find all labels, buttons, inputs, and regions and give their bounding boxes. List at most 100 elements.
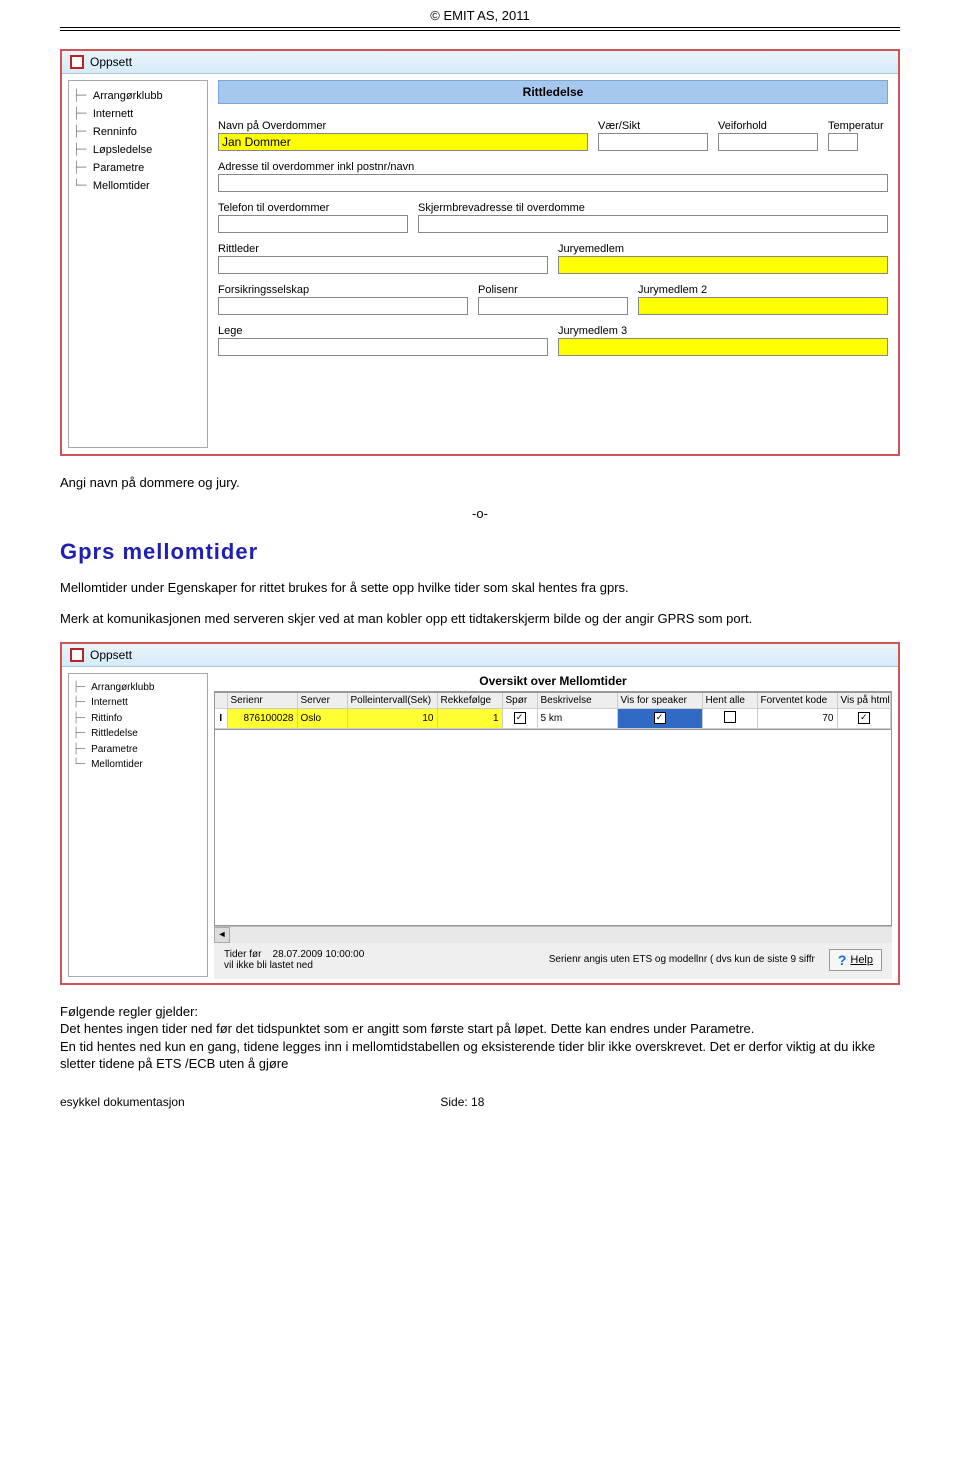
- tree-item[interactable]: Parametre: [73, 742, 203, 758]
- label-rittleder: Rittleder: [218, 243, 548, 255]
- footer-page-number: Side: 18: [440, 1095, 484, 1109]
- cell-beskrivelse[interactable]: 5 km: [537, 708, 617, 728]
- status-line2: vil ikke bli lastet ned: [224, 960, 313, 971]
- page-copyright: © EMIT AS, 2011: [60, 0, 900, 25]
- cell-rekke[interactable]: 1: [437, 708, 502, 728]
- col-vis-html[interactable]: Vis på htmllister: [837, 693, 891, 709]
- checkbox-icon[interactable]: [514, 712, 526, 724]
- input-lege[interactable]: [218, 338, 548, 356]
- paragraph-2: Mellomtider under Egenskaper for rittet …: [60, 579, 900, 597]
- section-separator: -o-: [60, 506, 900, 521]
- status-tider-for-label: Tider før: [224, 949, 261, 960]
- cell-hent-alle[interactable]: [702, 708, 757, 728]
- cell-vis-speaker[interactable]: [617, 708, 702, 728]
- col-serienr[interactable]: Serienr: [227, 693, 297, 709]
- input-telefon[interactable]: [218, 215, 408, 233]
- label-forsikring: Forsikringsselskap: [218, 284, 468, 296]
- label-jury3: Jurymedlem 3: [558, 325, 888, 337]
- app-icon: [70, 648, 84, 662]
- help-icon: ?: [838, 952, 847, 968]
- col-spor[interactable]: Spør: [502, 693, 537, 709]
- cell-polle[interactable]: 10: [347, 708, 437, 728]
- horizontal-scrollbar[interactable]: ◄: [214, 926, 892, 943]
- input-navn-overdommer[interactable]: [218, 133, 588, 151]
- input-polise[interactable]: [478, 297, 628, 315]
- titlebar: Oppsett: [62, 644, 898, 667]
- col-hent-alle[interactable]: Hent alle: [702, 693, 757, 709]
- paragraph-1: Angi navn på dommere og jury.: [60, 474, 900, 492]
- tree-item[interactable]: Renninfo: [73, 123, 203, 141]
- status-serienr-hint: Serienr angis uten ETS og modellnr ( dvs…: [549, 954, 815, 965]
- input-skjerm[interactable]: [418, 215, 888, 233]
- label-jury1: Juryemedlem: [558, 243, 888, 255]
- status-bar: Tider før 28.07.2009 10:00:00 vil ikke b…: [214, 943, 892, 979]
- help-button[interactable]: ? Help: [829, 949, 882, 971]
- label-vaer: Vær/Sikt: [598, 120, 708, 132]
- form-area: Rittledelse Navn på Overdommer Vær/Sikt …: [208, 74, 898, 454]
- header-rule: [60, 27, 900, 31]
- help-label: Help: [850, 954, 873, 966]
- tree-item[interactable]: Løpsledelse: [73, 141, 203, 159]
- label-adresse: Adresse til overdommer inkl postnr/navn: [218, 161, 888, 173]
- checkbox-icon[interactable]: [654, 712, 666, 724]
- settings-tree[interactable]: Arrangørklubb Internett Renninfo Løpsled…: [68, 80, 208, 448]
- cell-serienr[interactable]: 876100028: [227, 708, 297, 728]
- input-adresse[interactable]: [218, 174, 888, 192]
- input-temp[interactable]: [828, 133, 858, 151]
- col-polle[interactable]: Polleintervall(Sek): [347, 693, 437, 709]
- tree-item[interactable]: Rittinfo: [73, 711, 203, 727]
- tree-item[interactable]: Arrangørklubb: [73, 680, 203, 696]
- tree-item[interactable]: Internett: [73, 105, 203, 123]
- grid-header-row: Serienr Server Polleintervall(Sek) Rekke…: [215, 693, 891, 709]
- input-forsikring[interactable]: [218, 297, 468, 315]
- col-rekke[interactable]: Rekkefølge: [437, 693, 502, 709]
- grid-empty-area: [214, 730, 892, 926]
- cell-vis-html[interactable]: [837, 708, 891, 728]
- paragraph-3: Merk at komunikasjonen med serveren skje…: [60, 610, 900, 628]
- col-server[interactable]: Server: [297, 693, 347, 709]
- input-rittleder[interactable]: [218, 256, 548, 274]
- row-marker: I: [215, 708, 227, 728]
- input-jury2[interactable]: [638, 297, 888, 315]
- cell-forventet-kode[interactable]: 70: [757, 708, 837, 728]
- titlebar: Oppsett: [62, 51, 898, 74]
- heading-gprs-mellomtider: Gprs mellomtider: [60, 539, 900, 565]
- rules-paragraph: Følgende regler gjelder: Det hentes inge…: [60, 1003, 900, 1073]
- app-icon: [70, 55, 84, 69]
- label-telefon: Telefon til overdommer: [218, 202, 408, 214]
- label-navn-overdommer: Navn på Overdommer: [218, 120, 588, 132]
- input-vaer[interactable]: [598, 133, 708, 151]
- grid-data-row[interactable]: I 876100028 Oslo 10 1 5 km 70: [215, 708, 891, 728]
- label-temp: Temperatur: [828, 120, 888, 132]
- window-title: Oppsett: [90, 648, 132, 662]
- tree-item[interactable]: Arrangørklubb: [73, 87, 203, 105]
- cell-spor[interactable]: [502, 708, 537, 728]
- label-polise: Polisenr: [478, 284, 628, 296]
- input-vei[interactable]: [718, 133, 818, 151]
- tree-item[interactable]: Mellomtider: [73, 177, 203, 195]
- mellomtider-grid[interactable]: Serienr Server Polleintervall(Sek) Rekke…: [214, 692, 892, 730]
- checkbox-icon[interactable]: [724, 711, 736, 723]
- window-title: Oppsett: [90, 55, 132, 69]
- tree-item[interactable]: Parametre: [73, 159, 203, 177]
- settings-window-rittledelse: Oppsett Arrangørklubb Internett Renninfo…: [60, 49, 900, 456]
- input-jury1[interactable]: [558, 256, 888, 274]
- tree-item[interactable]: Internett: [73, 695, 203, 711]
- status-tider-for-date: 28.07.2009 10:00:00: [273, 949, 365, 960]
- col-forventet-kode[interactable]: Forventet kode: [757, 693, 837, 709]
- tree-item[interactable]: Rittledelse: [73, 726, 203, 742]
- footer-left: esykkel dokumentasjon: [60, 1095, 185, 1109]
- settings-tree[interactable]: Arrangørklubb Internett Rittinfo Rittled…: [68, 673, 208, 977]
- label-jury2: Jurymedlem 2: [638, 284, 888, 296]
- label-lege: Lege: [218, 325, 548, 337]
- cell-server[interactable]: Oslo: [297, 708, 347, 728]
- scroll-left-arrow-icon[interactable]: ◄: [214, 927, 230, 943]
- tree-item[interactable]: Mellomtider: [73, 757, 203, 773]
- label-skjerm: Skjermbrevadresse til overdomme: [418, 202, 888, 214]
- col-beskrivelse[interactable]: Beskrivelse: [537, 693, 617, 709]
- checkbox-icon[interactable]: [858, 712, 870, 724]
- col-vis-speaker[interactable]: Vis for speaker: [617, 693, 702, 709]
- input-jury3[interactable]: [558, 338, 888, 356]
- section-title: Rittledelse: [218, 80, 888, 104]
- grid-title: Oversikt over Mellomtider: [214, 671, 892, 692]
